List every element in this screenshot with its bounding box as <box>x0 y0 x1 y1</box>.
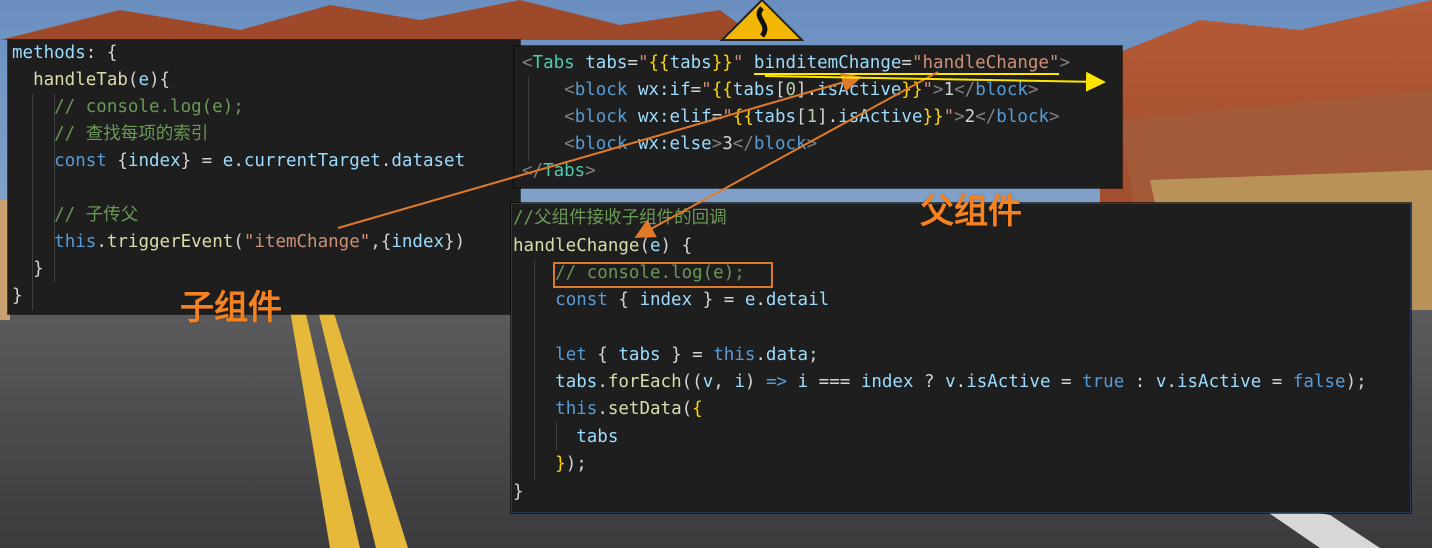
code-line: <block wx:else>3</block> <box>564 134 818 154</box>
code-comment-line: // 查找每项的索引 <box>12 124 209 144</box>
code-line: methods: { <box>12 43 118 63</box>
parent-template-code-panel: <Tabs tabs="{{tabs}}" binditemChange="ha… <box>514 46 1122 188</box>
code-line: const {index} = e.currentTarget.dataset <box>54 151 466 171</box>
code-line: handleTab(e){ <box>33 70 171 90</box>
code-line: </Tabs> <box>522 161 596 181</box>
code-line: } <box>12 259 44 279</box>
code-line: } <box>513 482 524 502</box>
code-line: const { index } = e.detail <box>555 290 830 310</box>
code-line: let { tabs } = this.data; <box>555 345 819 365</box>
code-line: handleChange(e) { <box>513 236 693 256</box>
code-comment-line: // 子传父 <box>12 205 139 225</box>
code-line: this.setData({ <box>555 399 703 419</box>
parent-component-label: 父组件 <box>920 192 1022 232</box>
code-line: tabs <box>576 427 619 447</box>
code-comment-line: // console.log(e); <box>12 97 244 117</box>
code-line: this.triggerEvent("itemChange",{index}) <box>54 232 466 252</box>
child-component-code-panel: methods: { handleTab(e){ // console.log(… <box>8 40 520 314</box>
code-line: <block wx:if="{{tabs[0].isActive}}">1</b… <box>564 80 1039 100</box>
code-line: <Tabs tabs="{{tabs}}" binditemChange="ha… <box>522 53 1071 75</box>
parent-handler-code-panel: //父组件接收子组件的回调 handleChange(e) { // conso… <box>511 203 1411 513</box>
code-line: <block wx:elif="{{tabs[1].isActive}}">2<… <box>564 107 1060 127</box>
code-line: tabs.forEach((v, i) => i === index ? v.i… <box>555 372 1367 392</box>
code-comment-line: //父组件接收子组件的回调 <box>513 208 727 228</box>
code-line: }); <box>555 454 587 474</box>
console-log-highlight-box <box>553 262 773 288</box>
code-line: } <box>12 286 23 306</box>
child-component-label: 子组件 <box>180 288 282 328</box>
